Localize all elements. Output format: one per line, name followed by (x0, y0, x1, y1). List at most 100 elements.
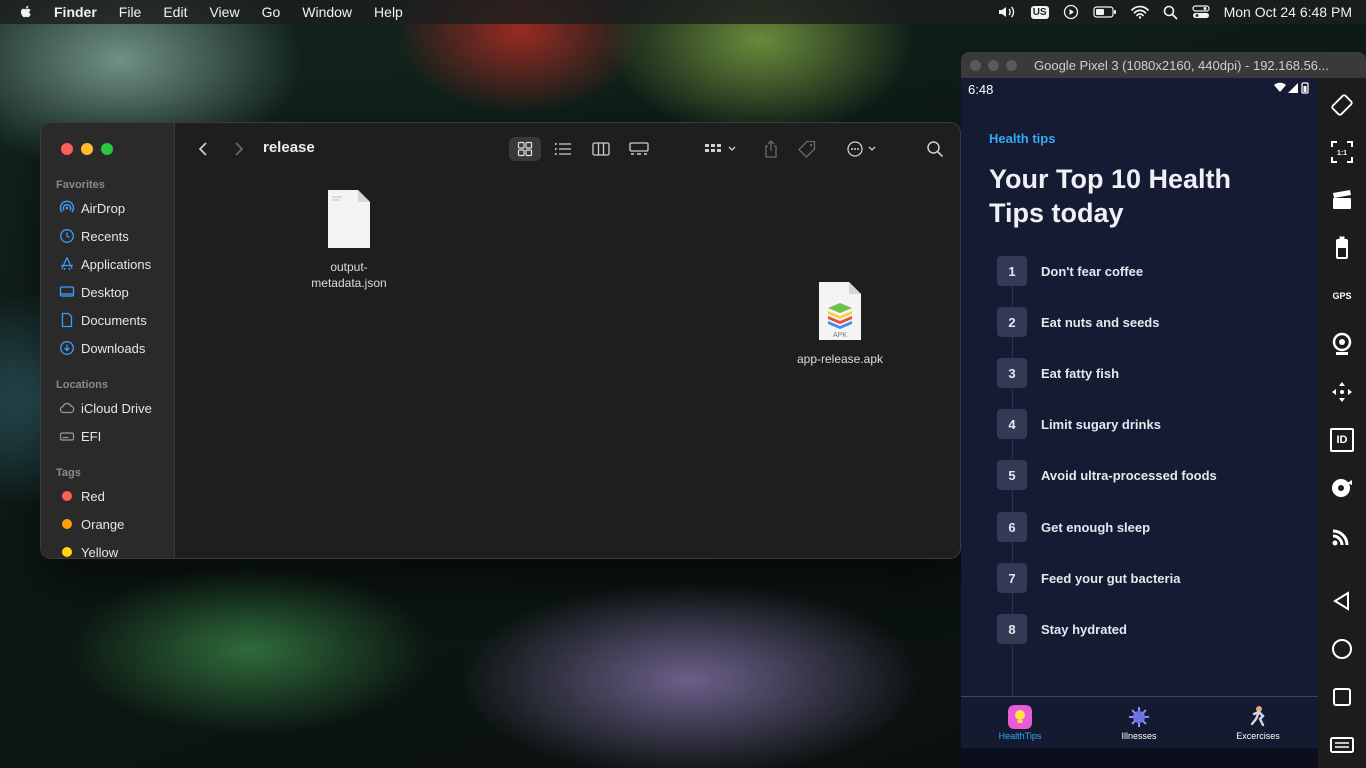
sidebar-item-documents[interactable]: Documents (59, 309, 147, 331)
airdrop-icon (59, 200, 75, 216)
one-to-one-icon[interactable]: 1:1 (1330, 140, 1354, 164)
menu-view[interactable]: View (209, 4, 239, 20)
menu-edit[interactable]: Edit (163, 4, 187, 20)
apk-badge: APK (833, 332, 847, 339)
wifi-icon[interactable] (1130, 5, 1149, 19)
search-icon[interactable] (921, 137, 949, 161)
one-to-one-label: 1:1 (1337, 150, 1347, 157)
zoom-button[interactable] (101, 143, 113, 155)
icon-view-button[interactable] (509, 137, 541, 161)
volume-icon[interactable] (997, 5, 1017, 19)
sidebar-item-label: EFI (81, 428, 102, 444)
tip-number: 7 (997, 563, 1027, 593)
tip-item[interactable]: 2 Eat nuts and seeds (997, 307, 1159, 337)
play-icon[interactable] (1063, 4, 1079, 20)
tip-number: 2 (997, 307, 1027, 337)
nav-excercises[interactable]: Excercises (1218, 705, 1298, 741)
cloud-icon (59, 400, 75, 416)
tip-item[interactable]: 3 Eat fatty fish (997, 358, 1119, 388)
tip-text: Don't fear coffee (1041, 263, 1144, 279)
tip-text: Get enough sleep (1041, 519, 1151, 535)
sidebar-item-label: Yellow (81, 544, 119, 559)
control-center-icon[interactable] (1191, 5, 1210, 19)
tip-item[interactable]: 7 Feed your gut bacteria (997, 563, 1180, 593)
tip-number: 6 (997, 512, 1027, 542)
signal-wifi-battery-icon (1274, 82, 1309, 94)
app-title: Your Top 10 Health Tips today (989, 164, 1232, 228)
group-by-button[interactable] (701, 137, 741, 161)
sidebar-item-downloads[interactable]: Downloads (59, 337, 145, 359)
menu-app-name[interactable]: Finder (54, 4, 97, 20)
sidebar-item-icloud-drive[interactable]: iCloud Drive (59, 397, 152, 419)
menu-icon[interactable] (1330, 733, 1354, 757)
emulator-toolbar: 1:1 GPS ID (1318, 78, 1366, 768)
window-title: release (263, 139, 315, 156)
emulator-minimize-button[interactable] (988, 59, 999, 71)
close-button[interactable] (61, 143, 73, 155)
nav-illnesses[interactable]: Illnesses (1099, 705, 1179, 741)
input-source-indicator[interactable]: US (1030, 5, 1049, 19)
file-item[interactable]: output- metadata.json (294, 189, 404, 291)
cast-icon[interactable] (1330, 524, 1354, 548)
menu-clock[interactable]: Mon Oct 24 6:48 PM (1224, 4, 1352, 20)
apple-icon[interactable] (18, 4, 34, 20)
lightbulb-icon (1008, 705, 1032, 729)
tip-item[interactable]: 6 Get enough sleep (997, 512, 1150, 542)
more-actions-button[interactable] (843, 137, 883, 161)
minimize-button[interactable] (81, 143, 93, 155)
recents-icon[interactable] (1330, 685, 1354, 709)
nav-healthtips[interactable]: HealthTips (980, 705, 1060, 741)
tip-text: Stay hydrated (1041, 621, 1127, 637)
sidebar-item-label: Downloads (81, 340, 146, 356)
id-icon[interactable]: ID (1330, 428, 1354, 452)
tip-item[interactable]: 4 Limit sugary drinks (997, 409, 1161, 439)
sidebar-item-airdrop[interactable]: AirDrop (59, 197, 125, 219)
sidebar-item-label: iCloud Drive (81, 400, 152, 416)
sidebar-tag-red[interactable]: Red (59, 485, 105, 507)
disc-icon[interactable] (1330, 476, 1354, 500)
menu-window[interactable]: Window (302, 4, 352, 20)
back-icon[interactable] (1330, 589, 1354, 613)
rotate-icon[interactable] (1330, 93, 1354, 117)
file-name-line1: output- (330, 260, 368, 274)
sidebar-item-efi[interactable]: EFI (59, 425, 101, 447)
emulator-close-button[interactable] (970, 59, 981, 71)
sidebar-item-desktop[interactable]: Desktop (59, 281, 129, 303)
clock-icon (59, 228, 75, 244)
camera-icon[interactable] (1330, 332, 1354, 356)
sidebar-tag-orange[interactable]: Orange (59, 513, 124, 535)
battery-status-icon[interactable] (1092, 6, 1117, 18)
tip-item[interactable]: 1 Don't fear coffee (997, 256, 1143, 286)
file-item[interactable]: APK app-release.apk (785, 281, 895, 367)
list-view-button[interactable] (547, 137, 579, 161)
app-subtitle: Health tips (989, 131, 1056, 146)
battery-icon[interactable] (1330, 236, 1354, 260)
tag-dot-icon (59, 544, 75, 558)
applications-icon (59, 256, 75, 272)
move-icon[interactable] (1330, 380, 1354, 404)
tag-icon[interactable] (793, 137, 821, 161)
home-icon[interactable] (1330, 637, 1354, 661)
apk-file-icon: APK (785, 281, 895, 345)
tip-item[interactable]: 5 Avoid ultra-processed foods (997, 460, 1217, 490)
tip-item[interactable]: 8 Stay hydrated (997, 614, 1127, 644)
sidebar-tag-yellow[interactable]: Yellow (59, 541, 119, 559)
share-icon[interactable] (757, 137, 785, 161)
locations-header: Locations (56, 379, 108, 391)
gallery-view-button[interactable] (623, 137, 655, 161)
sidebar-item-applications[interactable]: Applications (59, 253, 151, 275)
gps-icon[interactable]: GPS (1330, 284, 1354, 308)
menu-file[interactable]: File (119, 4, 142, 20)
sidebar-item-label: Documents (81, 312, 147, 328)
sidebar-item-recents[interactable]: Recents (59, 225, 129, 247)
menu-help[interactable]: Help (374, 4, 403, 20)
clapper-icon[interactable] (1330, 188, 1354, 212)
phone-screen: 6:48 Health tips Your Top 10 Health Tips… (961, 78, 1318, 768)
emulator-zoom-button[interactable] (1006, 59, 1017, 71)
virus-icon (1127, 705, 1151, 729)
column-view-button[interactable] (585, 137, 617, 161)
back-button[interactable] (191, 137, 215, 161)
forward-button[interactable] (227, 137, 251, 161)
spotlight-search-icon[interactable] (1163, 5, 1178, 20)
menu-go[interactable]: Go (262, 4, 281, 20)
